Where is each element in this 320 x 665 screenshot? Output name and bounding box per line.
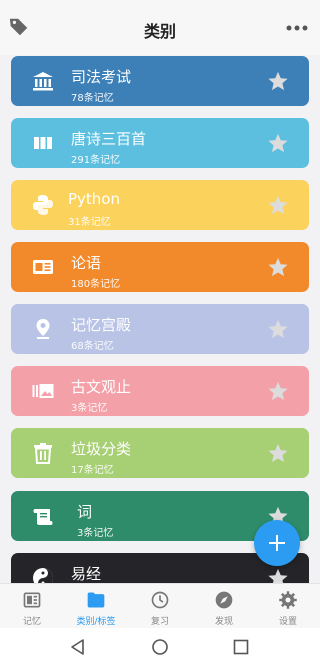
top-bar: 类别: [0, 0, 320, 55]
category-count: 31条记忆: [68, 217, 111, 228]
category-count: 3条记忆: [71, 403, 108, 414]
gallery-icon: [32, 384, 54, 398]
tab-review[interactable]: 复习: [128, 584, 192, 629]
tab-memory[interactable]: 记忆: [0, 584, 64, 629]
home-icon[interactable]: [151, 638, 169, 656]
category-name: 唐诗三百首: [71, 130, 147, 148]
location-icon: [36, 319, 50, 339]
category-name: 论语: [71, 254, 102, 272]
category-card[interactable]: 论语 180条记忆: [11, 242, 309, 292]
category-count: 78条记忆: [71, 93, 114, 104]
category-count: 17条记忆: [71, 465, 114, 476]
category-card[interactable]: 垃圾分类 17条记忆: [11, 428, 309, 478]
star-icon[interactable]: [267, 256, 289, 278]
trash-icon: [34, 443, 52, 464]
folder-icon: [87, 592, 105, 608]
category-name: 易经: [71, 565, 102, 583]
yin-yang-icon: [33, 568, 53, 583]
tab-label: 设置: [278, 617, 297, 627]
tab-label: 复习: [150, 617, 169, 627]
category-name: 垃圾分类: [71, 440, 132, 458]
category-list[interactable]: 司法考试 78条记忆 唐诗三百首 291条记忆 Python 31条记忆 论语: [0, 55, 320, 583]
category-name: 记忆宫殿: [71, 316, 132, 334]
category-count: 291条记忆: [71, 155, 121, 166]
bank-icon: [33, 72, 53, 91]
system-nav-bar: [0, 628, 320, 665]
tab-settings[interactable]: 设置: [256, 584, 320, 629]
memory-card-icon: [23, 592, 41, 608]
star-icon[interactable]: [267, 194, 289, 216]
gear-icon: [279, 591, 297, 609]
star-icon[interactable]: [267, 380, 289, 402]
category-card[interactable]: Python 31条记忆: [11, 180, 309, 230]
book-icon: [34, 137, 52, 149]
category-card[interactable]: 唐诗三百首 291条记忆: [11, 118, 309, 168]
tab-label: 记忆: [22, 617, 41, 627]
python-icon: [33, 195, 53, 215]
more-icon[interactable]: [286, 25, 308, 31]
scroll-icon: [33, 509, 53, 525]
category-card[interactable]: 古文观止 3条记忆: [11, 366, 309, 416]
category-count: 68条记忆: [71, 341, 114, 352]
category-name: 司法考试: [71, 68, 132, 86]
bottom-tab-bar: 记忆 类别/标签 复习 发现 设置: [0, 583, 320, 628]
category-name: 古文观止: [71, 378, 132, 396]
star-icon[interactable]: [267, 132, 289, 154]
category-name: 词: [77, 503, 93, 521]
recents-icon[interactable]: [232, 638, 250, 656]
category-name: Python: [68, 190, 120, 208]
tab-label: 发现: [214, 617, 233, 627]
star-icon[interactable]: [267, 567, 289, 583]
star-icon[interactable]: [267, 442, 289, 464]
tab-discover[interactable]: 发现: [192, 584, 256, 629]
back-icon[interactable]: [69, 638, 87, 656]
plus-icon: [269, 535, 285, 551]
category-card[interactable]: 司法考试 78条记忆: [11, 56, 309, 106]
category-count: 3条记忆: [77, 528, 114, 539]
clock-icon: [151, 591, 169, 609]
star-icon[interactable]: [267, 318, 289, 340]
category-count: 180条记忆: [71, 279, 121, 290]
page-title: 类别: [143, 22, 176, 41]
category-card[interactable]: 记忆宫殿 68条记忆: [11, 304, 309, 354]
add-category-button[interactable]: [254, 520, 300, 566]
tab-label: 类别/标签: [76, 617, 116, 627]
star-icon[interactable]: [267, 70, 289, 92]
tab-categories[interactable]: 类别/标签: [64, 584, 128, 629]
news-icon: [33, 260, 53, 274]
compass-icon: [215, 591, 233, 609]
